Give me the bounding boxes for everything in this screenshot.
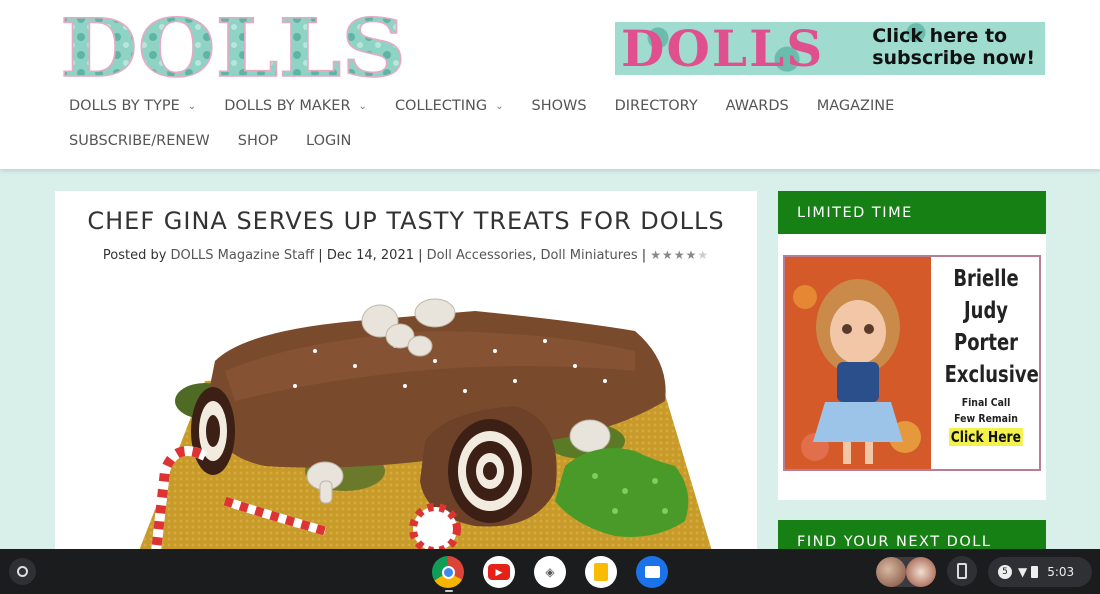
ad-line: Judy bbox=[964, 298, 1008, 324]
meta-separator: | bbox=[318, 248, 323, 263]
star-icon: ★ bbox=[685, 248, 698, 262]
nav-label: DIRECTORY bbox=[614, 98, 698, 114]
yule-log-cake-illustration bbox=[135, 298, 715, 561]
phone-hub-icon[interactable] bbox=[947, 556, 977, 586]
nav-collecting[interactable]: COLLECTING ⌄ bbox=[395, 98, 504, 114]
nav-label: SHOP bbox=[237, 133, 279, 149]
shelf-apps: ▶ ◈ bbox=[432, 556, 687, 588]
category-comma: , bbox=[532, 248, 537, 263]
nav-label: DOLLS BY TYPE bbox=[69, 98, 180, 114]
ad-final-call: Final Call bbox=[961, 396, 1011, 409]
launcher-button[interactable] bbox=[9, 558, 36, 585]
doll-photo bbox=[785, 257, 931, 469]
nav-awards[interactable]: AWARDS bbox=[726, 98, 789, 114]
nav-login[interactable]: LOGIN bbox=[306, 133, 351, 149]
ad-line: Porter bbox=[954, 330, 1018, 356]
ad-text-block: Brielle Judy Porter Exclusive Final Call… bbox=[933, 263, 1039, 446]
banner-cta-line1: Click here to bbox=[872, 25, 1008, 47]
nav-shop[interactable]: SHOP bbox=[238, 133, 278, 149]
battery-icon bbox=[1031, 566, 1039, 578]
article-hero-image bbox=[95, 291, 715, 561]
thumbnail-image bbox=[906, 557, 936, 587]
nav-label: AWARDS bbox=[725, 98, 789, 114]
launcher-icon bbox=[17, 566, 28, 577]
nav-label: MAGAZINE bbox=[816, 98, 895, 114]
article-meta: Posted by DOLLS Magazine Staff | Dec 14,… bbox=[55, 248, 757, 263]
posted-by-label: Posted by bbox=[102, 248, 167, 263]
ad-line: Exclusive bbox=[944, 362, 1039, 388]
subscribe-banner[interactable]: DOLLS Click here to subscribe now! bbox=[615, 22, 1045, 75]
chevron-down-icon: ⌄ bbox=[358, 100, 367, 112]
doll-ad-banner[interactable]: Brielle Judy Porter Exclusive Final Call… bbox=[783, 255, 1041, 471]
category-link-miniatures[interactable]: Doll Miniatures bbox=[540, 248, 637, 263]
star-rating: ★★★★★ bbox=[650, 248, 709, 262]
meta-separator: | bbox=[418, 248, 423, 263]
logo-text: DOLLS bbox=[60, 14, 406, 82]
nav-directory[interactable]: DIRECTORY bbox=[615, 98, 698, 114]
star-icon: ★ bbox=[697, 248, 710, 262]
play-store-app-icon[interactable]: ◈ bbox=[534, 556, 566, 588]
chevron-down-icon: ⌄ bbox=[187, 100, 197, 112]
category-link-accessories[interactable]: Doll Accessories bbox=[427, 248, 533, 263]
main-nav: DOLLS BY TYPE ⌄ DOLLS BY MAKER ⌄ COLLECTIN… bbox=[69, 92, 949, 162]
os-taskbar: ▶ ◈ 5 ▼ 5:03 bbox=[0, 549, 1100, 594]
clock-time: 5:03 bbox=[1047, 565, 1075, 579]
dolls-logo[interactable]: DOLLS bbox=[58, 0, 408, 96]
site-header: DOLLS DOLLS Click here to subscribe now!… bbox=[0, 0, 1100, 169]
nav-label: SUBSCRIBE/RENEW bbox=[69, 133, 210, 149]
nav-label: COLLECTING bbox=[394, 98, 488, 114]
nav-subscribe-renew[interactable]: SUBSCRIBE/RENEW bbox=[69, 133, 210, 149]
keep-app-icon[interactable] bbox=[585, 556, 617, 588]
star-icon: ★ bbox=[650, 248, 663, 262]
nav-magazine[interactable]: MAGAZINE bbox=[817, 98, 895, 114]
ad-few-remain: Few Remain bbox=[954, 412, 1018, 425]
nav-row-1: DOLLS BY TYPE ⌄ DOLLS BY MAKER ⌄ COLLECTIN… bbox=[69, 92, 949, 120]
ad-line: Brielle bbox=[953, 266, 1019, 292]
nav-label: DOLLS BY MAKER bbox=[224, 98, 351, 114]
widget-heading: LIMITED TIME bbox=[778, 191, 1046, 234]
limited-time-widget: LIMITED TIME Brielle Judy Porter Exclusi… bbox=[778, 191, 1046, 500]
article-title: CHEF GINA SERVES UP TASTY TREATS FOR DOL… bbox=[87, 207, 725, 235]
nav-label: SHOWS bbox=[531, 98, 587, 114]
wifi-icon: ▼ bbox=[1018, 565, 1028, 579]
ad-click-here[interactable]: Click Here bbox=[949, 428, 1023, 446]
chrome-app-icon[interactable] bbox=[432, 556, 464, 588]
banner-cta-line2: subscribe now! bbox=[872, 47, 1035, 69]
holding-space-thumbnails[interactable] bbox=[876, 557, 936, 587]
banner-brand: DOLLS bbox=[621, 22, 825, 75]
nav-dolls-by-maker[interactable]: DOLLS BY MAKER ⌄ bbox=[224, 98, 367, 114]
post-date: Dec 14, 2021 bbox=[326, 248, 414, 263]
status-area[interactable]: 5 ▼ 5:03 bbox=[988, 557, 1092, 587]
nav-row-2: SUBSCRIBE/RENEW SHOP LOGIN bbox=[69, 127, 949, 155]
youtube-app-icon[interactable]: ▶ bbox=[483, 556, 515, 588]
meta-separator: | bbox=[641, 248, 647, 263]
chevron-down-icon: ⌄ bbox=[495, 100, 504, 112]
star-icon: ★ bbox=[673, 248, 686, 262]
star-icon: ★ bbox=[662, 248, 674, 262]
nav-dolls-by-type[interactable]: DOLLS BY TYPE ⌄ bbox=[69, 98, 196, 114]
messages-app-icon[interactable] bbox=[636, 556, 668, 588]
running-indicator bbox=[445, 590, 453, 592]
nav-label: LOGIN bbox=[306, 133, 352, 149]
nav-shows[interactable]: SHOWS bbox=[532, 98, 587, 114]
notification-count-badge: 5 bbox=[998, 565, 1012, 579]
author-link[interactable]: DOLLS Magazine Staff bbox=[171, 248, 315, 263]
article-card: CHEF GINA SERVES UP TASTY TREATS FOR DOL… bbox=[55, 191, 757, 561]
thumbnail-image bbox=[876, 557, 906, 587]
banner-cta: Click here to subscribe now! bbox=[872, 25, 1035, 69]
